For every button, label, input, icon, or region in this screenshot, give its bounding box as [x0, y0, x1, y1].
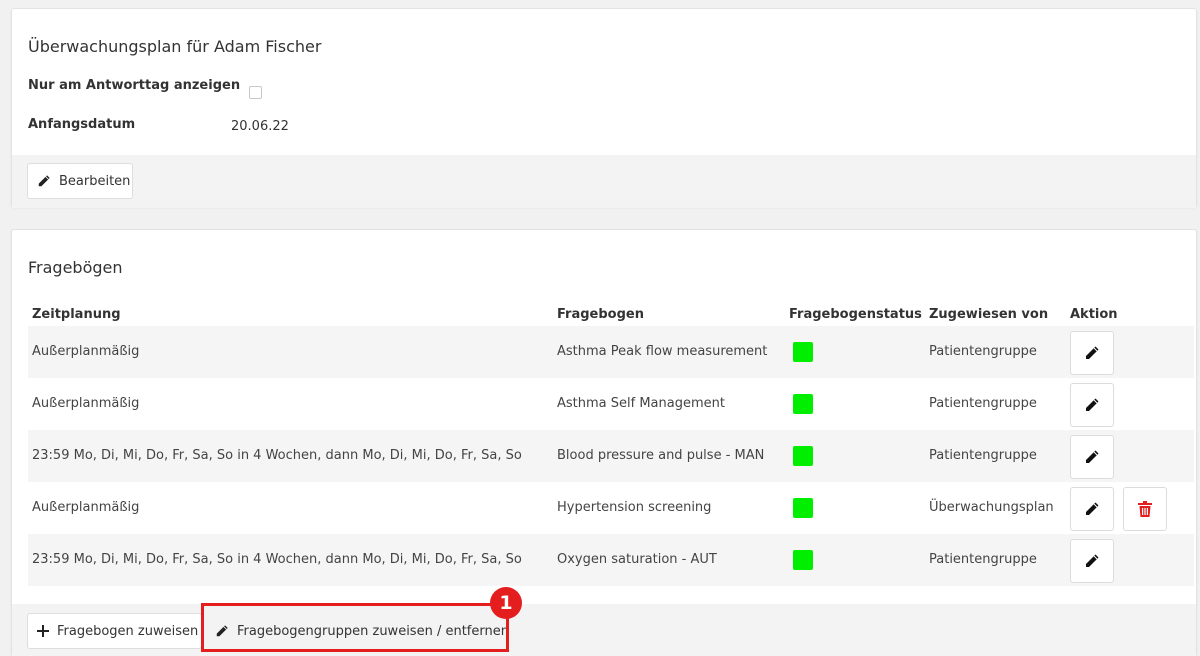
assign-questionnaire-groups-label: Fragebogengruppen zuweisen / entfernen [237, 623, 509, 639]
start-date-value: 20.06.22 [231, 119, 289, 134]
schedule-cell: Außerplanmäßig [32, 396, 140, 411]
only-on-response-day-checkbox[interactable] [249, 86, 262, 99]
pencil-icon [216, 625, 228, 637]
annotation-step-badge: 1 [490, 587, 522, 619]
assign-questionnaire-label: Fragebogen zuweisen [57, 623, 199, 639]
assigned-by-cell: Patientengruppe [929, 552, 1037, 567]
plus-icon [37, 625, 49, 637]
status-indicator [793, 550, 813, 570]
edit-questionnaire-button[interactable] [1070, 331, 1114, 375]
pencil-icon [1086, 502, 1099, 515]
edit-questionnaire-button[interactable] [1070, 435, 1114, 479]
pencil-icon [1086, 450, 1099, 463]
start-date-label: Anfangsdatum [28, 117, 136, 132]
table-row: Außerplanmäßig Hypertension screening Üb… [28, 482, 1194, 534]
col-header-questionnaire: Fragebogen [557, 307, 644, 322]
assign-questionnaire-groups-button[interactable]: Fragebogengruppen zuweisen / entfernen [205, 613, 509, 649]
table-row: Außerplanmäßig Asthma Peak flow measurem… [28, 326, 1194, 378]
edit-questionnaire-button[interactable] [1070, 383, 1114, 427]
status-indicator [793, 498, 813, 518]
assigned-by-cell: Patientengruppe [929, 396, 1037, 411]
col-header-status: Fragebogenstatus [789, 307, 922, 322]
questionnaire-cell: Oxygen saturation - AUT [557, 552, 717, 567]
assigned-by-cell: Patientengruppe [929, 344, 1037, 359]
pencil-icon [1086, 398, 1099, 411]
col-header-assigned-by: Zugewiesen von [929, 307, 1049, 322]
plan-card-footer: Bearbeiten [12, 155, 1196, 208]
schedule-cell: Außerplanmäßig [32, 500, 140, 515]
status-indicator [793, 446, 813, 466]
questionnaires-title: Fragebögen [28, 258, 123, 277]
questionnaires-card-footer: Fragebogen zuweisen Fragebogengruppen zu… [12, 604, 1196, 656]
schedule-cell: Außerplanmäßig [32, 344, 140, 359]
only-on-response-day-label: Nur am Antworttag anzeigen [28, 78, 241, 93]
edit-plan-button[interactable]: Bearbeiten [27, 163, 133, 199]
questionnaire-cell: Asthma Peak flow measurement [557, 344, 768, 359]
pencil-icon [1086, 346, 1099, 359]
plan-title: Überwachungsplan für Adam Fischer [28, 37, 322, 56]
status-indicator [793, 342, 813, 362]
table-row: 23:59 Mo, Di, Mi, Do, Fr, Sa, So in 4 Wo… [28, 534, 1194, 586]
questionnaire-cell: Blood pressure and pulse - MAN [557, 448, 765, 463]
schedule-cell: 23:59 Mo, Di, Mi, Do, Fr, Sa, So in 4 Wo… [32, 552, 522, 567]
col-header-schedule: Zeitplanung [32, 307, 121, 322]
pencil-icon [1086, 554, 1099, 567]
assigned-by-cell: Überwachungsplan [929, 500, 1054, 515]
col-header-action: Aktion [1070, 307, 1118, 322]
table-row: 23:59 Mo, Di, Mi, Do, Fr, Sa, So in 4 Wo… [28, 430, 1194, 482]
status-indicator [793, 394, 813, 414]
questionnaires-card: Fragebögen Zeitplanung Fragebogen Frageb… [11, 229, 1197, 656]
edit-questionnaire-button[interactable] [1070, 487, 1114, 531]
edit-plan-label: Bearbeiten [59, 173, 131, 189]
table-row: Außerplanmäßig Asthma Self Management Pa… [28, 378, 1194, 430]
delete-questionnaire-button[interactable] [1123, 487, 1167, 531]
assign-questionnaire-button[interactable]: Fragebogen zuweisen [27, 613, 202, 649]
schedule-cell: 23:59 Mo, Di, Mi, Do, Fr, Sa, So in 4 Wo… [32, 448, 522, 463]
questionnaire-cell: Hypertension screening [557, 500, 712, 515]
assigned-by-cell: Patientengruppe [929, 448, 1037, 463]
pencil-icon [38, 175, 50, 187]
monitoring-plan-card: Überwachungsplan für Adam Fischer Nur am… [11, 8, 1197, 208]
questionnaire-cell: Asthma Self Management [557, 396, 725, 411]
edit-questionnaire-button[interactable] [1070, 539, 1114, 583]
trash-icon [1138, 501, 1152, 517]
